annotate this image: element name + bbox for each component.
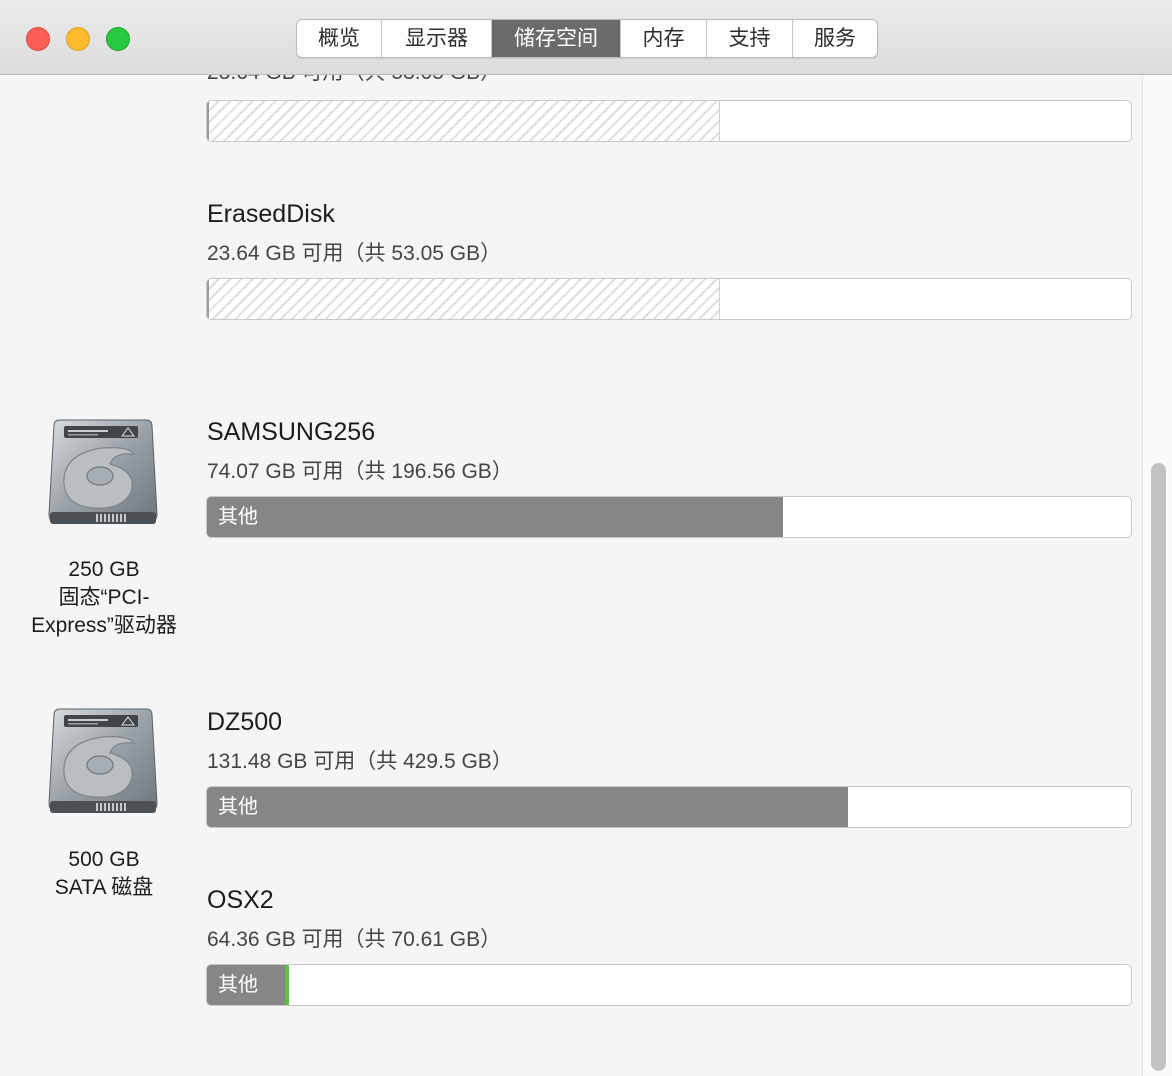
tab-memory[interactable]: 内存 [621, 20, 707, 57]
volume-name-osx2: OSX2 [207, 886, 274, 914]
vertical-scrollbar-thumb[interactable] [1151, 463, 1166, 1071]
tab-displays[interactable]: 显示器 [382, 20, 492, 57]
window-titlebar: 概览 显示器 储存空间 内存 支持 服务 [0, 0, 1172, 75]
storage-bar-dz500: 其他 [206, 786, 1132, 828]
volume-info-osx2: 64.36 GB 可用（共 70.61 GB） [207, 928, 502, 951]
disk1-label: 250 GB 固态“PCI- Express”驱动器 [8, 556, 200, 640]
disk1-type-line1: 固态“PCI- [58, 586, 150, 609]
tab-storage[interactable]: 储存空间 [492, 20, 621, 57]
volume-info-samsung256: 74.07 GB 可用（共 196.56 GB） [207, 460, 513, 483]
disk2-label: 500 GB SATA 磁盘 [8, 846, 200, 902]
volume-info-dz500: 131.48 GB 可用（共 429.5 GB） [207, 750, 513, 773]
hard-drive-icon [48, 419, 158, 524]
tab-overview[interactable]: 概览 [297, 20, 382, 57]
hard-drive-icon [48, 708, 158, 813]
partial-volume-storage-bar [206, 100, 1132, 142]
volume-name-samsung256: SAMSUNG256 [207, 418, 376, 446]
disk1-type-line2: Express”驱动器 [31, 614, 177, 637]
tab-service[interactable]: 服务 [793, 20, 877, 57]
disk1-size: 250 GB [68, 558, 140, 581]
disk2-size: 500 GB [68, 848, 140, 871]
green-segment [284, 965, 289, 1005]
zoom-button[interactable] [106, 27, 130, 51]
other-segment [207, 787, 849, 827]
tab-bar: 概览 显示器 储存空间 内存 支持 服务 [296, 19, 878, 58]
other-segment-label: 其他 [218, 796, 258, 818]
volume-name-dz500: DZ500 [207, 708, 283, 736]
other-segment-label: 其他 [218, 974, 258, 996]
volume-info-erased-disk: 23.64 GB 可用（共 53.05 GB） [207, 242, 502, 265]
other-segment [207, 497, 783, 537]
tab-support[interactable]: 支持 [707, 20, 793, 57]
close-button[interactable] [26, 27, 50, 51]
used-space-segment [207, 279, 720, 319]
other-segment-label: 其他 [218, 506, 258, 528]
storage-bar-erased-disk [206, 278, 1132, 320]
used-space-segment [207, 101, 720, 141]
minimize-button[interactable] [66, 27, 90, 51]
disk2-type: SATA 磁盘 [54, 876, 154, 899]
volume-name-erased-disk: ErasedDisk [207, 200, 335, 228]
storage-bar-osx2: 其他 [206, 964, 1132, 1006]
storage-bar-samsung256: 其他 [206, 496, 1132, 538]
